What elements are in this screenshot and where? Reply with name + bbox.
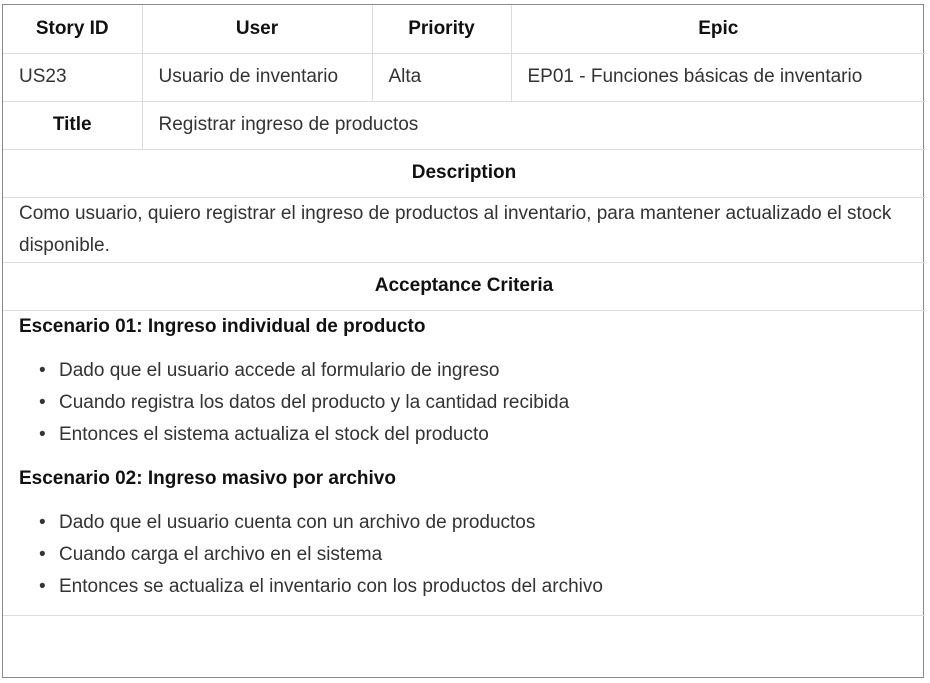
priority-value: Alta	[371, 52, 512, 102]
description-row: Como usuario, quiero registrar el ingres…	[3, 196, 925, 263]
scenario-title: Escenario 02: Ingreso masivo por archivo	[19, 467, 396, 489]
scenario-title: Escenario 01: Ingreso individual de prod…	[19, 315, 426, 337]
user-header: User	[141, 5, 373, 54]
step-text: Cuando registra los datos del producto y…	[59, 391, 570, 413]
scenario-steps: • Dado que el usuario accede al formulari…	[19, 355, 909, 451]
user-value: Usuario de inventario	[141, 52, 373, 102]
epic-value: EP01 - Funciones básicas de inventario	[510, 52, 925, 102]
bullet-icon: •	[39, 543, 46, 565]
bullet-icon: •	[39, 423, 46, 445]
step-text: Cuando carga el archivo en el sistema	[59, 543, 383, 565]
list-item: • Cuando carga el archivo en el sistema	[39, 539, 909, 571]
acceptance-header-row: Acceptance Criteria	[3, 261, 925, 311]
description-label: Description	[3, 148, 925, 198]
epic-header: Epic	[510, 5, 925, 54]
bullet-icon: •	[39, 575, 46, 597]
story-info-row: US23 Usuario de inventario Alta EP01 - F…	[3, 52, 925, 102]
scenario-02: Escenario 02: Ingreso masivo por archivo…	[19, 463, 909, 603]
step-text: Dado que el usuario cuenta con un archiv…	[59, 511, 536, 533]
acceptance-criteria-label: Acceptance Criteria	[3, 261, 925, 311]
list-item: • Cuando registra los datos del producto …	[39, 387, 909, 419]
priority-header: Priority	[371, 5, 512, 54]
title-row: Title Registrar ingreso de productos	[3, 100, 925, 150]
acceptance-criteria-content: Escenario 01: Ingreso individual de prod…	[3, 309, 925, 616]
step-text: Entonces se actualiza el inventario con …	[59, 575, 603, 597]
list-item: • Dado que el usuario cuenta con un archi…	[39, 507, 909, 539]
title-label: Title	[3, 100, 143, 150]
description-header-row: Description	[3, 148, 925, 198]
user-story-card: Story ID User Priority Epic US23 Usuario…	[2, 4, 925, 678]
story-id-header: Story ID	[3, 5, 143, 54]
description-text: Como usuario, quiero registrar el ingres…	[3, 196, 925, 263]
scenario-steps: • Dado que el usuario cuenta con un archi…	[19, 507, 909, 603]
user-story-table: Story ID User Priority Epic US23 Usuario…	[3, 5, 925, 616]
header-row: Story ID User Priority Epic	[3, 5, 925, 54]
acceptance-criteria-row: Escenario 01: Ingreso individual de prod…	[3, 309, 925, 616]
title-value: Registrar ingreso de productos	[141, 100, 925, 150]
bullet-icon: •	[39, 391, 46, 413]
step-text: Entonces el sistema actualiza el stock d…	[59, 423, 489, 445]
step-text: Dado que el usuario accede al formulario…	[59, 359, 500, 381]
story-id-value: US23	[3, 52, 143, 102]
list-item: • Entonces se actualiza el inventario con…	[39, 571, 909, 603]
list-item: • Dado que el usuario accede al formulari…	[39, 355, 909, 387]
list-item: • Entonces el sistema actualiza el stock …	[39, 419, 909, 451]
bullet-icon: •	[39, 359, 46, 381]
bullet-icon: •	[39, 511, 46, 533]
scenario-01: Escenario 01: Ingreso individual de prod…	[19, 311, 909, 451]
